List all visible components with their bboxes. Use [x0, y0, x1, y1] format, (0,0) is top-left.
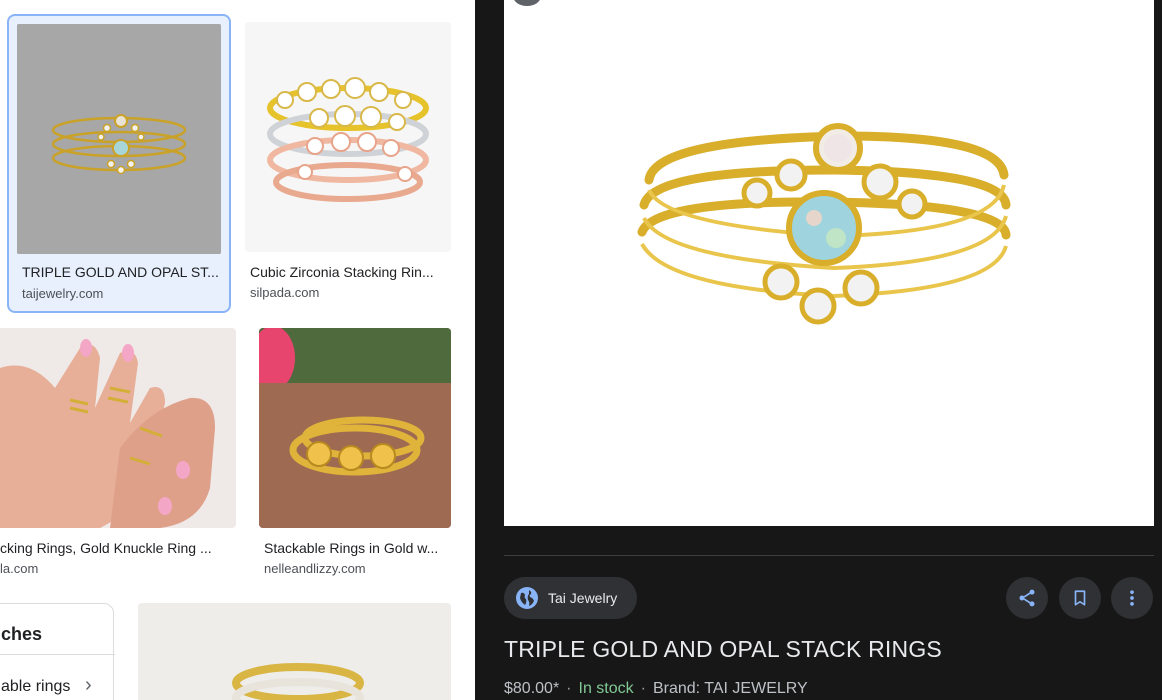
result-caption[interactable]: cking Rings, Gold Knuckle Ring ... [0, 540, 224, 556]
share-icon [1019, 589, 1035, 607]
ring-image [245, 22, 451, 252]
share-button[interactable] [1006, 577, 1048, 619]
related-searches-title: ches [1, 624, 43, 644]
brand: Brand: TAI JEWELRY [652, 680, 808, 697]
globe-icon [516, 587, 538, 609]
result-thumbnail[interactable] [259, 328, 451, 528]
more-vert-icon [1130, 590, 1134, 606]
divider [504, 555, 1154, 556]
more-options-button[interactable] [1111, 577, 1153, 619]
stock-status: In stock [578, 680, 634, 697]
ring-image [17, 24, 221, 254]
result-caption[interactable]: Stackable Rings in Gold w... [264, 540, 450, 556]
result-caption[interactable]: TRIPLE GOLD AND OPAL ST... [22, 264, 222, 280]
result-domain: silpada.com [250, 285, 320, 300]
source-name: Tai Jewelry [548, 590, 618, 606]
price: $80.00* [504, 680, 560, 697]
result-domain: la.com [0, 561, 39, 576]
hand-rings-image [0, 328, 236, 528]
result-caption[interactable]: Cubic Zirconia Stacking Rin... [250, 264, 450, 280]
divider [0, 654, 115, 655]
stackable-rings-image [259, 328, 451, 528]
result-thumbnail[interactable] [138, 603, 451, 700]
detail-title[interactable]: TRIPLE GOLD AND OPAL STACK RINGS [504, 636, 942, 663]
result-thumbnail[interactable] [0, 328, 236, 528]
image-detail-panel: Tai Jewelry TRIPLE GOLD AND OPAL STACK R… [475, 0, 1162, 700]
ring-image [138, 603, 451, 700]
source-chip[interactable]: Tai Jewelry [504, 577, 637, 619]
result-card[interactable]: Stackable Rings in Gold w... nelleandliz… [259, 328, 451, 580]
related-searches-card: ches able rings › [0, 603, 115, 700]
result-thumbnail[interactable] [17, 24, 221, 254]
related-search-item[interactable]: able rings [1, 678, 70, 696]
product-meta: $80.00* · In stock · Brand: TAI JEWELRY [504, 680, 808, 697]
image-results-panel: TRIPLE GOLD AND OPAL ST... taijewelry.co… [0, 0, 475, 700]
save-button[interactable] [1059, 577, 1101, 619]
result-card[interactable]: cking Rings, Gold Knuckle Ring ... la.co… [0, 328, 236, 580]
result-card-selected[interactable]: TRIPLE GOLD AND OPAL ST... taijewelry.co… [7, 14, 231, 313]
result-card[interactable] [138, 603, 451, 700]
result-domain: taijewelry.com [22, 286, 104, 301]
result-card[interactable]: Cubic Zirconia Stacking Rin... silpada.c… [245, 22, 451, 312]
detail-image[interactable] [504, 0, 1154, 526]
triple-opal-rings-image [504, 0, 1154, 526]
result-domain: nelleandlizzy.com [264, 561, 366, 576]
bookmark-icon [1074, 590, 1086, 606]
chevron-right-icon[interactable]: › [85, 674, 92, 697]
result-thumbnail[interactable] [245, 22, 451, 252]
